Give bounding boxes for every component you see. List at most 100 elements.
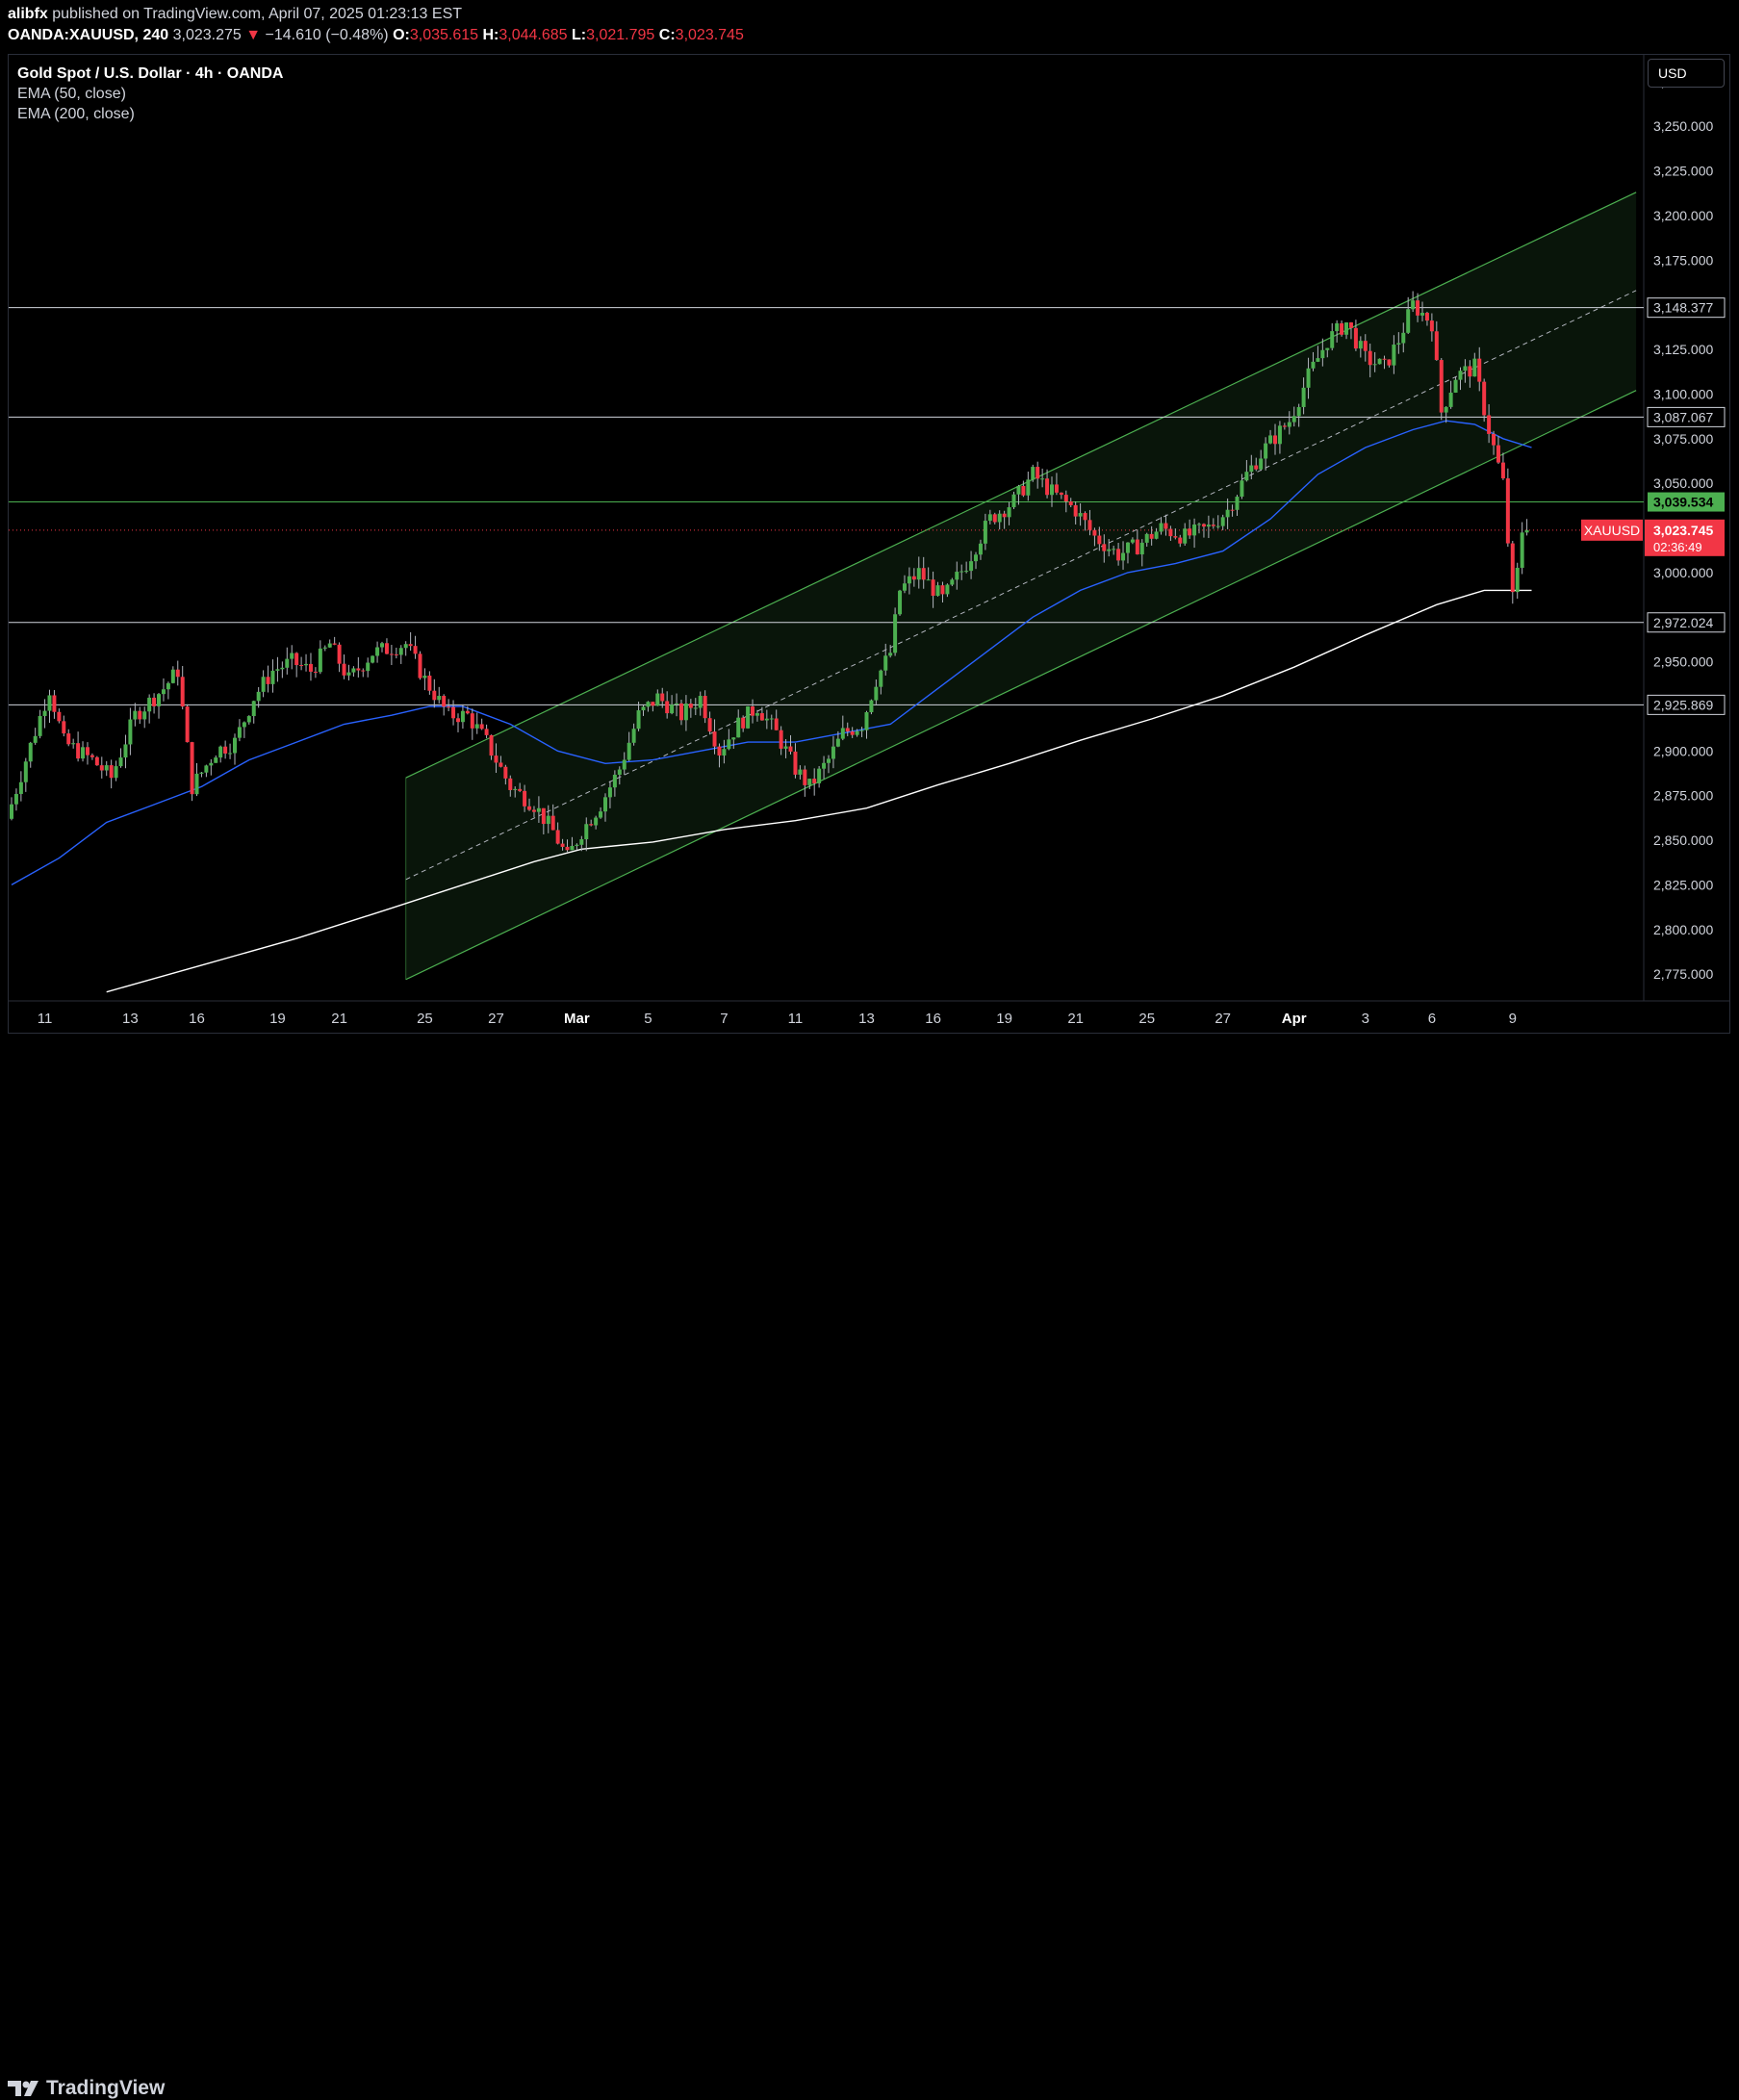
candle-down [707, 718, 712, 732]
candle-down [751, 705, 755, 716]
candle-up [898, 590, 903, 615]
candle-up [437, 696, 442, 701]
candle-up [764, 718, 769, 721]
candle-down [1230, 509, 1235, 511]
candle-up [371, 655, 375, 663]
candle-down [812, 779, 817, 783]
candle-up [513, 788, 518, 790]
candle-down [1416, 300, 1420, 316]
candle-up [351, 668, 356, 673]
time-tick-label: Mar [564, 1011, 590, 1027]
candle-down [1173, 536, 1178, 538]
candle-up [603, 797, 608, 812]
candle-down [651, 702, 655, 706]
price-tick-label: 3,000.000 [1653, 565, 1713, 580]
candle-up [983, 521, 987, 544]
candle-down [1164, 523, 1168, 529]
candle-up [375, 647, 380, 656]
time-tick-label: 25 [417, 1011, 433, 1027]
chart-legend: Gold Spot / U.S. Dollar · 4h · OANDA EMA… [17, 64, 283, 124]
channel-fill [405, 192, 1637, 980]
candle-up [275, 669, 280, 671]
candle-up [579, 839, 584, 845]
candle-up [1401, 332, 1406, 344]
tradingview-logo[interactable]: TradingView [8, 2077, 165, 2100]
candle-down [741, 717, 746, 729]
candle-up [575, 844, 579, 846]
currency-button[interactable]: USD [1648, 59, 1725, 88]
candle-up [1107, 549, 1112, 551]
candle-up [1049, 484, 1054, 496]
candle-up [157, 694, 162, 706]
level-label-text: 3,148.377 [1653, 300, 1713, 316]
candle-down [266, 677, 270, 684]
candle-up [1007, 507, 1011, 518]
time-tick-label: 3 [1362, 1011, 1369, 1027]
candle-down [541, 807, 546, 825]
candle-up [1335, 322, 1340, 332]
candle-down [712, 731, 717, 747]
candle-up [869, 700, 874, 713]
candle-down [465, 710, 470, 714]
candle-up [769, 718, 774, 720]
candle-up [304, 663, 309, 666]
candle-up [1225, 509, 1230, 518]
candle-up [1325, 347, 1330, 350]
candle-down [470, 713, 474, 729]
time-tick-label: 5 [644, 1011, 652, 1027]
time-tick-label: 21 [1067, 1011, 1084, 1027]
candle-up [1344, 322, 1349, 335]
candle-up [280, 667, 285, 670]
candle-down [1368, 350, 1372, 366]
candle-up [1268, 435, 1273, 444]
candle-down [665, 701, 670, 714]
candle-up [142, 711, 147, 720]
candle-down [531, 809, 536, 812]
candle-down [190, 742, 194, 795]
candle-down [294, 653, 299, 666]
candle-up [346, 672, 351, 676]
candle-up [23, 761, 28, 782]
time-tick-label: 13 [858, 1011, 875, 1027]
candle-up [997, 513, 1002, 523]
candle-up [1316, 358, 1320, 362]
candle-down [1254, 465, 1259, 470]
candle-up [945, 584, 950, 595]
candle-up [460, 710, 465, 723]
candle-down [508, 778, 513, 790]
candle-up [1420, 313, 1425, 316]
candle-down [1045, 478, 1050, 496]
candle-down [1353, 327, 1358, 349]
legend-title[interactable]: Gold Spot / U.S. Dollar · 4h · OANDA [17, 64, 283, 84]
candle-down [1054, 484, 1059, 493]
candle-up [161, 689, 166, 695]
legend-ema50[interactable]: EMA (50, close) [17, 84, 283, 104]
candle-up [232, 737, 237, 754]
time-tick-label: 16 [925, 1011, 941, 1027]
price-tick-label: 3,225.000 [1653, 164, 1713, 179]
candle-up [290, 653, 294, 659]
candle-up [1301, 387, 1306, 407]
candle-up [1026, 479, 1031, 496]
candle-down [152, 697, 157, 706]
candle-down [1424, 313, 1429, 321]
price-tick-label: 3,175.000 [1653, 252, 1713, 268]
candle-up [978, 543, 983, 555]
candle-up [242, 722, 246, 728]
candle-up [47, 695, 52, 711]
candle-up [422, 675, 427, 679]
price-chart[interactable]: 2,775.000 2,800.000 2,825.000 2,850.000 2,87… [0, 0, 1739, 1079]
candle-up [822, 762, 827, 769]
candle-up [1235, 497, 1240, 510]
candle-up [71, 743, 76, 745]
bar-countdown-text: 02:36:49 [1653, 540, 1702, 554]
candle-down [523, 790, 527, 807]
time-tick-label: 27 [488, 1011, 504, 1027]
candle-up [1197, 524, 1202, 525]
candle-down [90, 755, 94, 757]
candle-up [1215, 525, 1220, 527]
time-tick-label: 16 [189, 1011, 205, 1027]
candle-up [955, 572, 959, 580]
legend-ema200[interactable]: EMA (200, close) [17, 104, 283, 124]
candle-down [1068, 501, 1073, 505]
